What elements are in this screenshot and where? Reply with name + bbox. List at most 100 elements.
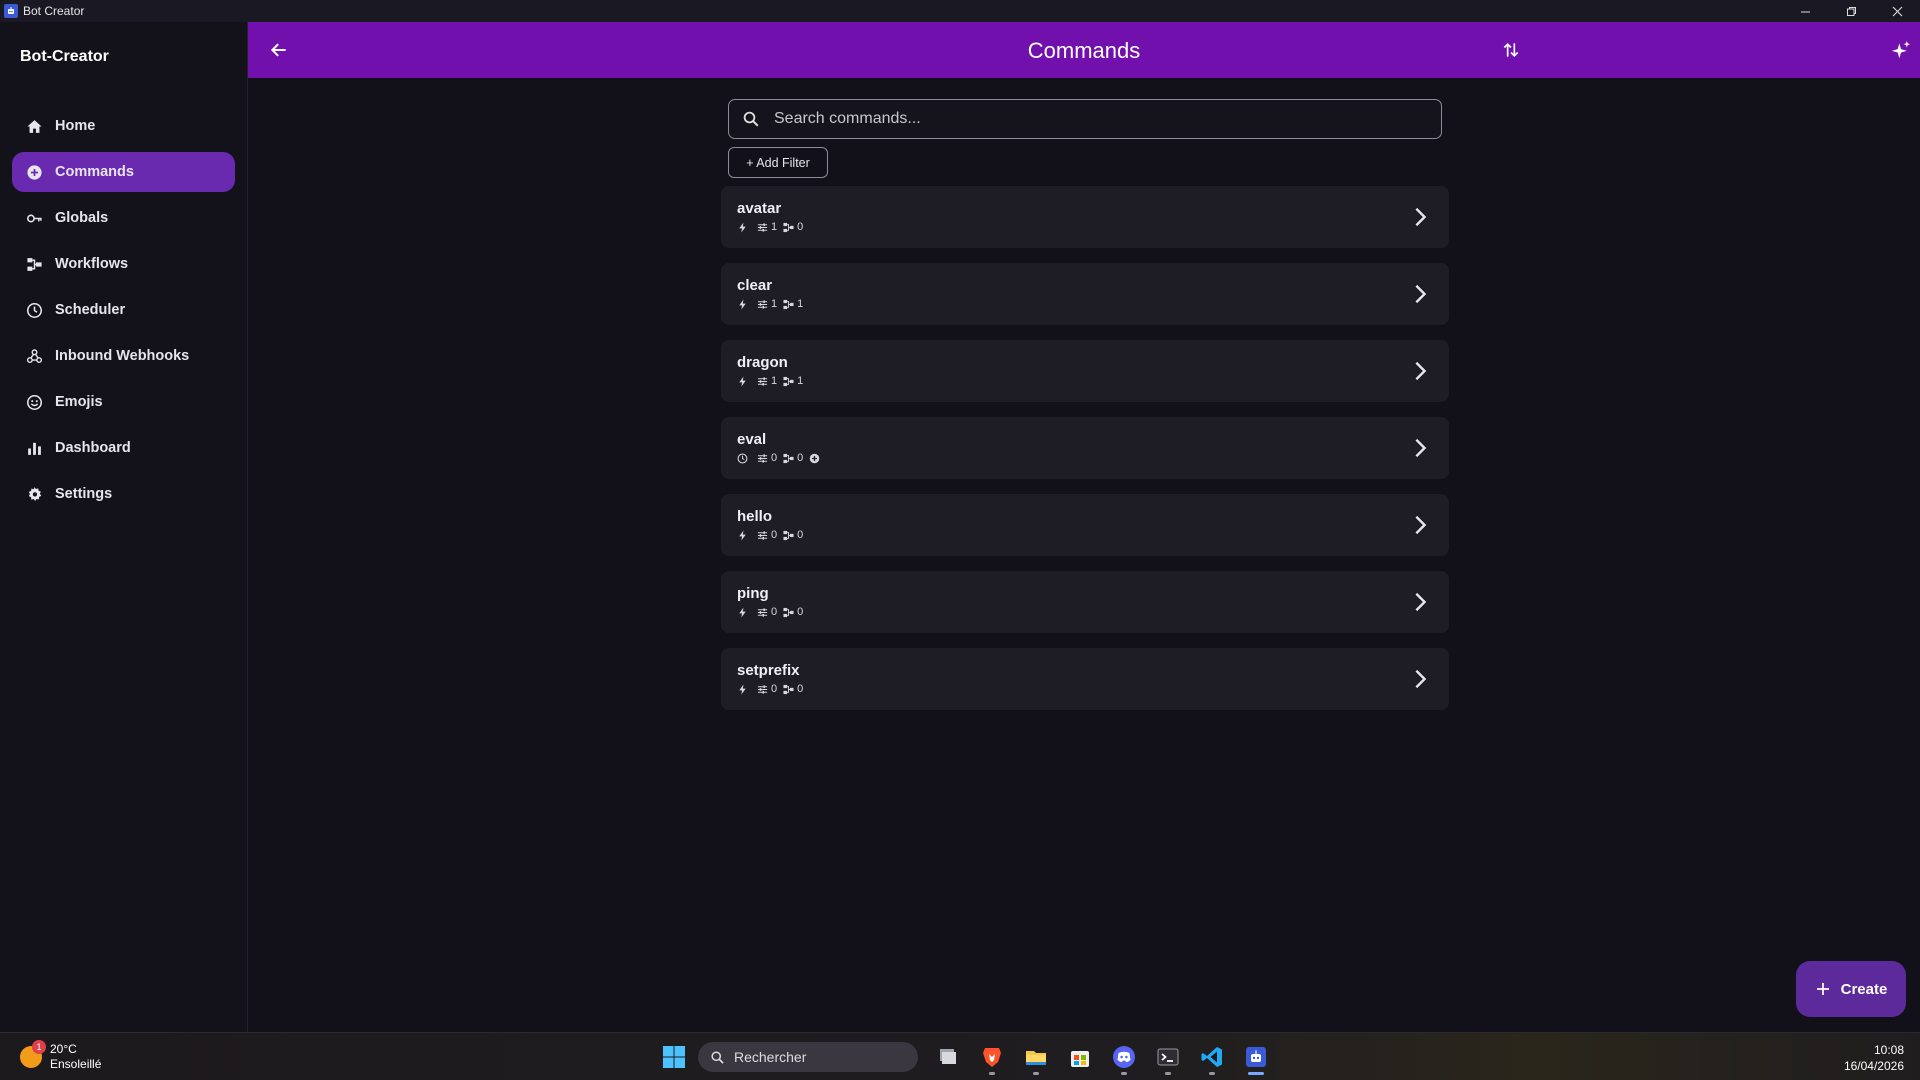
running-indicator [1165,1072,1171,1075]
key-icon [25,209,43,227]
command-row[interactable]: setprefix 0 0 [721,648,1449,710]
system-clock[interactable]: 10:08 16/04/2026 [1844,1042,1904,1074]
taskbar-brave[interactable] [974,1039,1010,1075]
actions-value: 1 [797,375,804,387]
taskbar-terminal[interactable] [1150,1039,1186,1075]
app-icon [4,4,18,18]
sidebar-item-commands[interactable]: Commands [12,152,235,192]
options-value: 1 [771,298,778,310]
store-icon [1071,1051,1089,1067]
actions-value: 1 [797,298,804,310]
command-row[interactable]: eval 0 0 [721,417,1449,479]
taskbar-search[interactable]: Rechercher [698,1042,918,1072]
sidebar-item-home[interactable]: Home [12,106,235,146]
sidebar-item-settings[interactable]: Settings [12,474,235,514]
workflow-icon [783,222,794,232]
command-meta: 1 1 [737,375,809,387]
taskbar-store[interactable] [1062,1039,1098,1075]
task-view-button[interactable] [930,1039,966,1075]
taskbar-discord[interactable] [1106,1039,1142,1075]
taskbar-vscode[interactable] [1194,1039,1230,1075]
command-name: hello [737,508,773,525]
sidebar-item-dashboard[interactable]: Dashboard [12,428,235,468]
sliders-icon [757,684,768,694]
page-title: Commands [1027,38,1141,63]
taskbar-bot-creator[interactable] [1238,1039,1274,1075]
taskbar-file-explorer[interactable] [1018,1039,1054,1075]
sidebar-item-workflows[interactable]: Workflows [12,244,235,284]
discord-icon [1113,1046,1135,1068]
command-meta: 1 0 [737,221,809,233]
taskbar-search-label: Rechercher [734,1049,807,1065]
chevron-right-icon [1407,512,1433,538]
folder-icon [1026,1051,1046,1065]
sort-button[interactable] [1498,37,1524,63]
sidebar-item-globals[interactable]: Globals [12,198,235,238]
chevron-right-icon [1407,204,1433,230]
create-command-button[interactable]: Create [1796,961,1906,1017]
command-name: eval [737,431,767,448]
command-meta: 0 0 [737,683,809,695]
window-title: Bot Creator [23,4,85,18]
bolt-icon [739,375,746,387]
bot-creator-icon [1246,1047,1266,1067]
bolt-icon [739,298,746,310]
search-input[interactable] [774,110,1414,128]
running-indicator [1121,1072,1127,1075]
trigger-type [737,683,751,695]
command-name: avatar [737,200,782,217]
options-value: 1 [771,375,778,387]
command-name: dragon [737,354,788,371]
actions-count: 0 [783,221,803,233]
sparkles-icon [1891,40,1911,59]
sun-icon: 1 [20,1040,46,1068]
close-button[interactable] [1874,0,1920,22]
options-count: 0 [757,452,777,464]
command-row[interactable]: hello 0 0 [721,494,1449,556]
sidebar-item-emojis[interactable]: Emojis [12,382,235,422]
sidebar-item-label: Commands [55,164,134,180]
options-count: 1 [757,221,777,233]
create-button-label: Create [1840,980,1888,998]
ai-assist-button[interactable] [1888,37,1914,63]
command-row[interactable]: dragon 1 1 [721,340,1449,402]
weather-widget[interactable]: 1 20°C Ensoleillé [20,1040,101,1072]
command-name: clear [737,277,773,294]
clock-icon [737,453,748,463]
command-meta: 0 0 [737,529,809,541]
plus-circle-icon [25,163,43,181]
start-button[interactable] [656,1039,692,1075]
sidebar-item-inbound-webhooks[interactable]: Inbound Webhooks [12,336,235,376]
chevron-right-icon [1407,281,1433,307]
sidebar-item-label: Home [55,118,96,134]
command-row[interactable]: avatar 1 0 [721,186,1449,248]
sidebar-item-label: Scheduler [55,302,126,318]
sidebar-item-label: Dashboard [55,440,131,456]
sidebar-item-scheduler[interactable]: Scheduler [12,290,235,330]
add-filter-button[interactable]: + Add Filter [728,147,828,178]
command-meta: 0 0 [737,606,809,618]
actions-count: 0 [783,606,803,618]
sidebar-item-label: Settings [55,486,113,502]
sidebar-item-label: Workflows [55,256,129,272]
options-count: 1 [757,298,777,310]
sliders-icon [757,607,768,617]
bolt-icon [739,683,746,695]
restore-button[interactable] [1828,0,1874,22]
minimize-button[interactable] [1782,0,1828,22]
brave-icon [983,1048,1001,1067]
sliders-icon [757,453,768,463]
close-icon [1892,6,1902,16]
command-row[interactable]: ping 0 0 [721,571,1449,633]
command-row[interactable]: clear 1 1 [721,263,1449,325]
search-box [728,99,1442,139]
gear-icon [25,485,43,503]
vscode-icon [1201,1047,1222,1067]
search-icon [743,111,759,127]
minimize-icon [1800,11,1810,12]
sort-icon [1503,42,1519,58]
sidebar: Bot-Creator Home Commands Globals Workfl… [0,22,248,1032]
sidebar-item-label: Emojis [55,394,103,410]
task-view-icon [940,1049,956,1064]
workflow-icon [783,299,794,309]
